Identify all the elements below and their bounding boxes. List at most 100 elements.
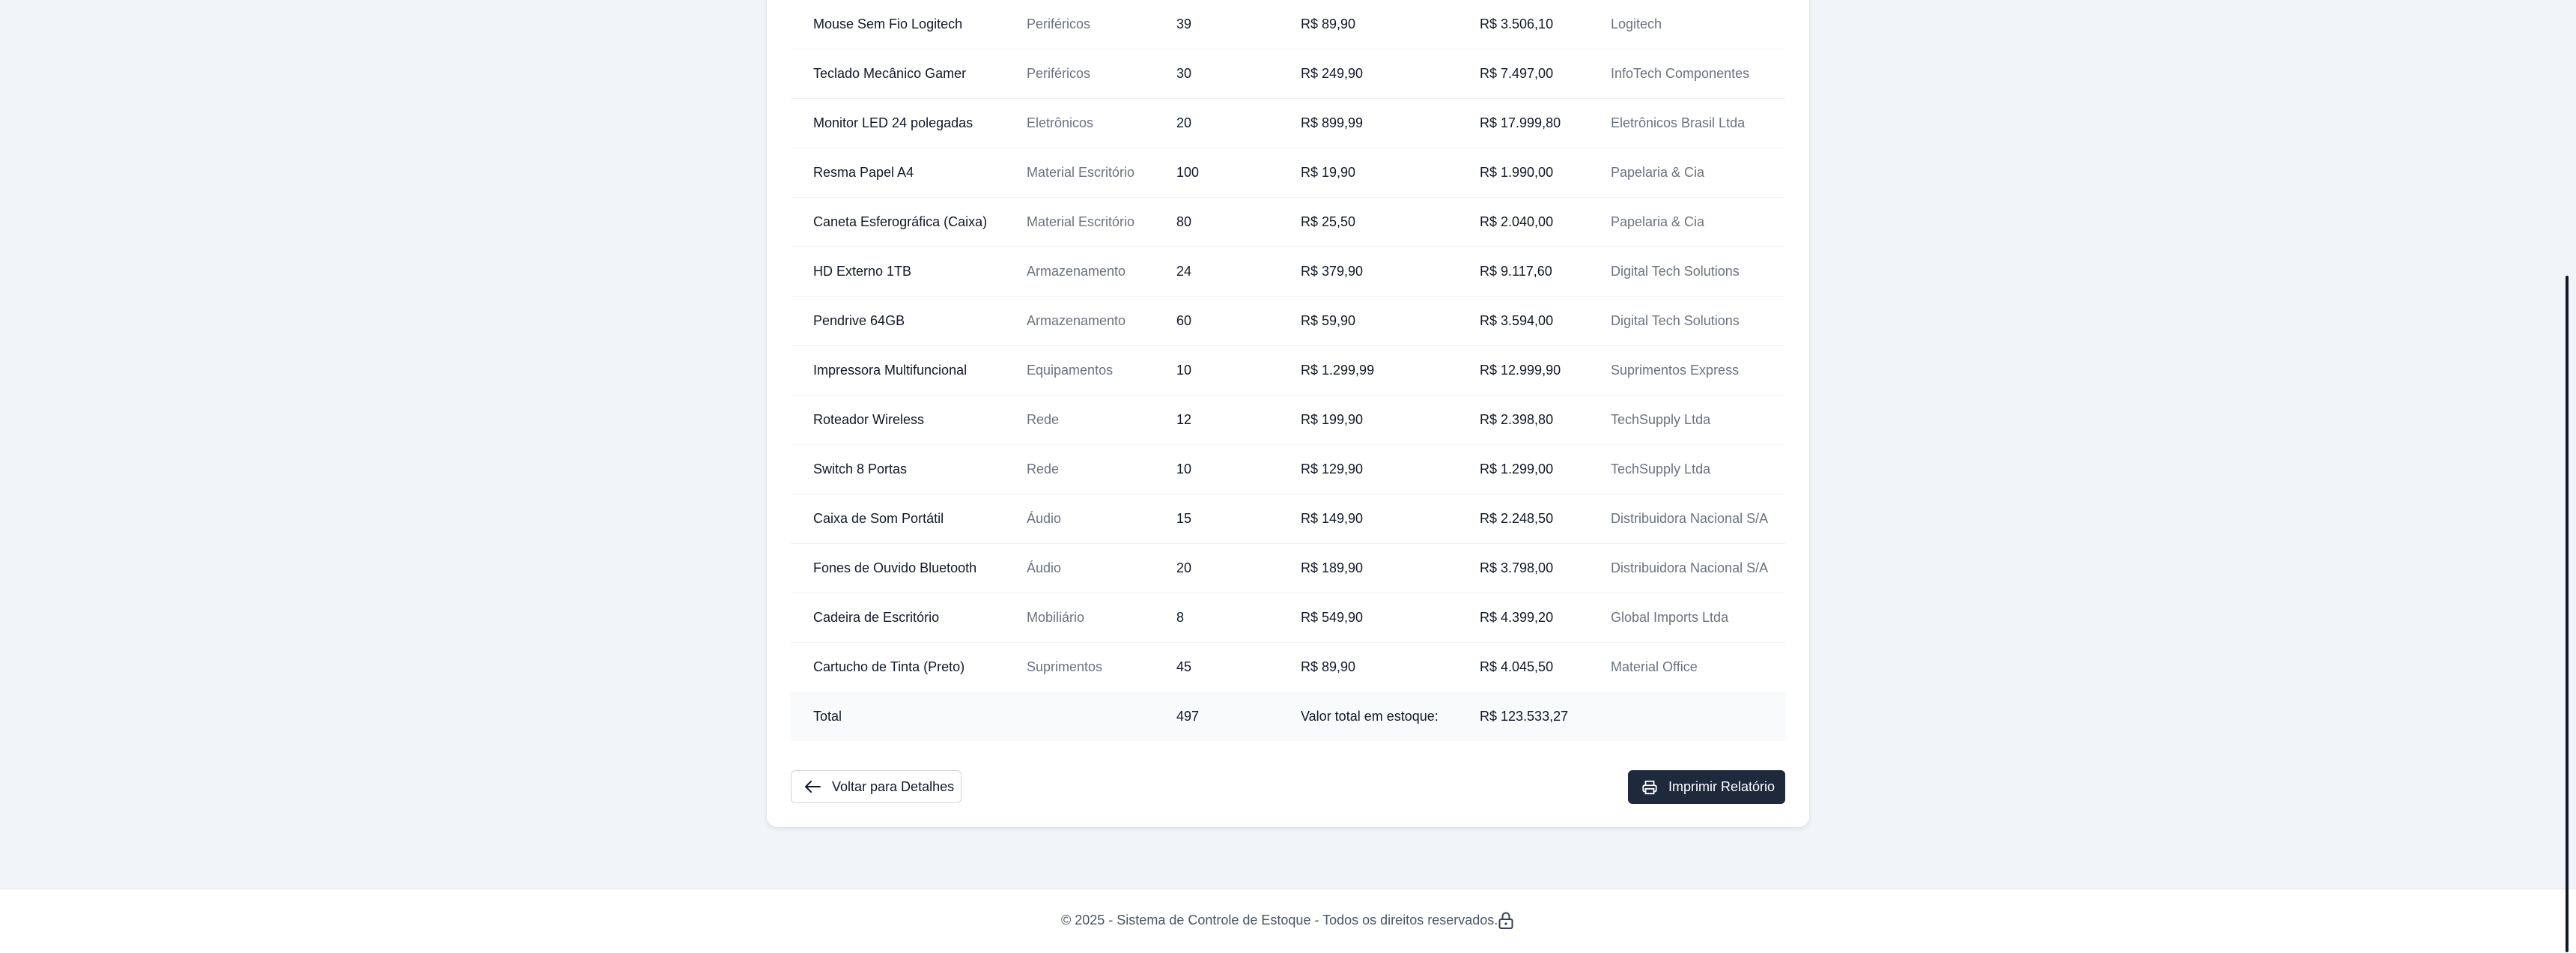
table-row: Cartucho de Tinta (Preto) Suprimentos 45 R$…: [791, 642, 1785, 692]
product-supplier: Papelaria & Cia: [1611, 165, 1705, 180]
table-row: Cadeira de Escritório Mobiliário 8 R$ 549,9…: [791, 593, 1785, 643]
table-row: Caneta Esferográfica (Caixa) Material Esc…: [791, 197, 1785, 247]
page-footer: © 2025 - Sistema de Controle de Estoque …: [0, 889, 2576, 953]
product-supplier: Logitech: [1611, 16, 1662, 31]
footer-copyright: © 2025 - Sistema de Controle de Estoque …: [1061, 913, 1498, 928]
product-total-value: R$ 4.399,20: [1480, 610, 1554, 625]
product-supplier: InfoTech Componentes: [1611, 66, 1750, 81]
product-quantity: 100: [1176, 165, 1200, 180]
product-unit-price: R$ 899,99: [1301, 115, 1364, 130]
product-quantity: 20: [1176, 560, 1192, 575]
product-total-value: R$ 2.040,00: [1480, 214, 1554, 229]
product-supplier: Eletrônicos Brasil Ltda: [1611, 115, 1746, 130]
product-name: Caneta Esferográfica (Caixa): [813, 214, 988, 229]
product-unit-price: R$ 59,90: [1301, 313, 1356, 328]
product-name: Mouse Sem Fio Logitech: [813, 16, 963, 31]
table-row: Caixa de Som Portátil Áudio 15 R$ 149,90 R$ …: [791, 494, 1785, 544]
print-button-label: Imprimir Relatório: [1668, 779, 1775, 794]
product-unit-price: R$ 249,90: [1301, 66, 1364, 81]
product-total-value: R$ 17.999,80: [1480, 115, 1561, 130]
product-category: Áudio: [1027, 511, 1062, 526]
product-unit-price: R$ 1.299,99: [1301, 363, 1375, 378]
product-total-value: R$ 1.990,00: [1480, 165, 1554, 180]
total-quantity: 497: [1176, 709, 1200, 724]
product-supplier: Distribuidora Nacional S/A: [1611, 511, 1769, 526]
product-quantity: 30: [1176, 66, 1192, 81]
product-unit-price: R$ 549,90: [1301, 610, 1364, 625]
table-row: Resma Papel A4 Material Escritório 100 R$ 1…: [791, 148, 1785, 198]
product-quantity: 45: [1176, 659, 1192, 674]
product-quantity: 15: [1176, 511, 1192, 526]
product-name: HD Externo 1TB: [813, 264, 912, 279]
table-row: Roteador Wireless Rede 12 R$ 199,90 R$ 2.398…: [791, 395, 1785, 445]
product-total-value: R$ 12.999,90: [1480, 363, 1561, 378]
product-supplier: TechSupply Ltda: [1611, 462, 1711, 476]
product-name: Roteador Wireless: [813, 412, 925, 427]
product-total-value: R$ 7.497,00: [1480, 66, 1554, 81]
scrollbar-thumb[interactable]: [2566, 276, 2569, 952]
product-total-value: R$ 2.398,80: [1480, 412, 1554, 427]
product-total-value: R$ 3.506,10: [1480, 16, 1554, 31]
product-quantity: 10: [1176, 363, 1192, 378]
product-quantity: 39: [1176, 16, 1192, 31]
product-category: Suprimentos: [1027, 659, 1103, 674]
product-quantity: 80: [1176, 214, 1192, 229]
table-row: Teclado Mecânico Gamer Periféricos 30 R$ 24…: [791, 49, 1785, 99]
product-category: Equipamentos: [1027, 363, 1114, 378]
product-total-value: R$ 1.299,00: [1480, 462, 1554, 476]
product-name: Pendrive 64GB: [813, 313, 905, 328]
product-total-value: R$ 4.045,50: [1480, 659, 1554, 674]
product-supplier: Suprimentos Express: [1611, 363, 1740, 378]
product-name: Switch 8 Portas: [813, 462, 908, 476]
product-unit-price: R$ 129,90: [1301, 462, 1364, 476]
total-label: Total: [813, 709, 842, 724]
back-to-details-button[interactable]: Voltar para Detalhes: [791, 770, 962, 803]
table-row: Switch 8 Portas Rede 10 R$ 129,90 R$ 1.299,0…: [791, 444, 1785, 494]
product-name: Caixa de Som Portátil: [813, 511, 944, 526]
product-category: Áudio: [1027, 560, 1062, 575]
page-scrollbar[interactable]: [2563, 276, 2576, 952]
table-row: Mouse Sem Fio Logitech Periféricos 39 R$ 89…: [791, 0, 1785, 49]
total-value: R$ 123.533,27: [1480, 709, 1569, 724]
product-unit-price: R$ 379,90: [1301, 264, 1364, 279]
printer-icon: [1641, 778, 1661, 796]
product-category: Material Escritório: [1027, 165, 1135, 180]
product-unit-price: R$ 89,90: [1301, 659, 1356, 674]
product-supplier: Papelaria & Cia: [1611, 214, 1705, 229]
product-name: Monitor LED 24 polegadas: [813, 115, 973, 130]
product-total-value: R$ 3.798,00: [1480, 560, 1554, 575]
product-category: Armazenamento: [1027, 264, 1126, 279]
product-total-value: R$ 3.594,00: [1480, 313, 1554, 328]
product-quantity: 24: [1176, 264, 1192, 279]
print-report-button[interactable]: Imprimir Relatório: [1628, 770, 1785, 804]
product-name: Impressora Multifuncional: [813, 363, 967, 378]
product-total-value: R$ 9.117,60: [1480, 264, 1552, 279]
product-quantity: 10: [1176, 462, 1192, 476]
product-unit-price: R$ 25,50: [1301, 214, 1356, 229]
product-unit-price: R$ 89,90: [1301, 16, 1356, 31]
product-category: Eletrônicos: [1027, 115, 1094, 130]
product-supplier: Digital Tech Solutions: [1611, 313, 1740, 328]
product-supplier: Distribuidora Nacional S/A: [1611, 560, 1769, 575]
product-supplier: Global Imports Ltda: [1611, 610, 1729, 625]
product-total-value: R$ 2.248,50: [1480, 511, 1554, 526]
product-name: Resma Papel A4: [813, 165, 914, 180]
product-quantity: 60: [1176, 313, 1192, 328]
product-category: Rede: [1027, 462, 1060, 476]
table-row: Pendrive 64GB Armazenamento 60 R$ 59,90 R$ 3…: [791, 296, 1785, 346]
table-row: HD Externo 1TB Armazenamento 24 R$ 379,90 R$…: [791, 246, 1785, 297]
table-row: Fones de Ouvido Bluetooth Áudio 20 R$ 189,9…: [791, 543, 1785, 593]
lock-icon[interactable]: [1497, 911, 1515, 931]
product-name: Teclado Mecânico Gamer: [813, 66, 967, 81]
product-category: Periféricos: [1027, 16, 1091, 31]
product-name: Fones de Ouvido Bluetooth: [813, 560, 977, 575]
product-quantity: 8: [1176, 610, 1185, 625]
product-quantity: 12: [1176, 412, 1192, 427]
table-row: Impressora Multifuncional Equipamentos 10 R…: [791, 345, 1785, 396]
product-unit-price: R$ 19,90: [1301, 165, 1356, 180]
product-unit-price: R$ 189,90: [1301, 560, 1364, 575]
product-unit-price: R$ 149,90: [1301, 511, 1364, 526]
product-category: Mobiliário: [1027, 610, 1085, 625]
back-button-label: Voltar para Detalhes: [832, 778, 955, 794]
product-category: Periféricos: [1027, 66, 1091, 81]
